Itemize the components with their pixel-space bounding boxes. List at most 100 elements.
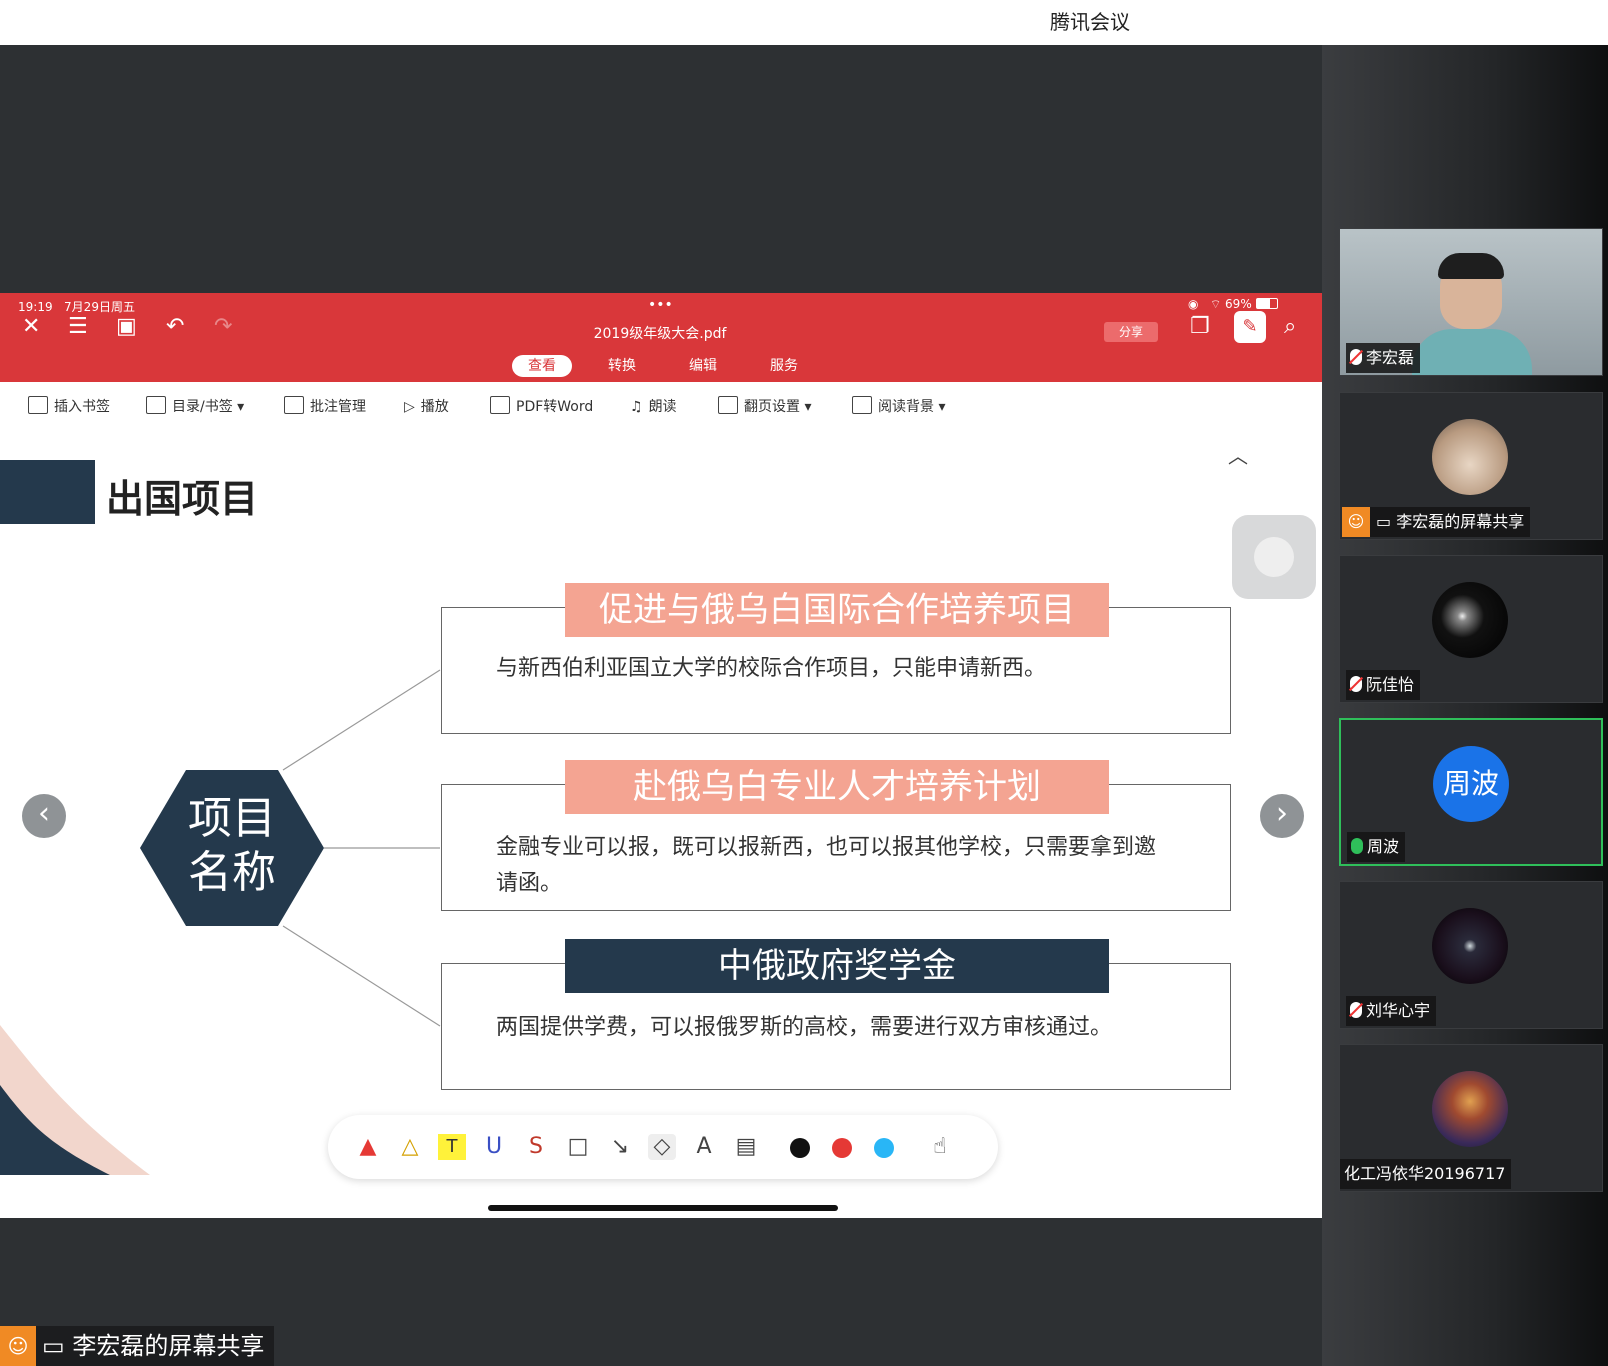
participant-tile-2[interactable]: ☺ ▭ 李宏磊的屏幕共享 <box>1339 392 1603 540</box>
tab-view[interactable]: 查看 <box>512 355 572 377</box>
redo-icon[interactable]: ↷ <box>214 315 232 339</box>
pdf-to-word-button[interactable]: PDF转Word <box>490 396 593 416</box>
headphones-icon: ♫ <box>630 399 643 415</box>
project-text-3: 两国提供学费，可以报俄罗斯的高校，需要进行双方审核通过。 <box>496 1015 1113 1040</box>
text-box-icon[interactable]: A <box>690 1134 718 1160</box>
status-battery: 69% <box>1225 297 1252 311</box>
app-title: 腾讯会议 <box>1050 10 1130 34</box>
bookmark-icon <box>28 396 48 414</box>
tab-service[interactable]: 服务 <box>754 355 814 377</box>
mic-muted-icon <box>1350 349 1362 365</box>
toc-bookmark-button[interactable]: 目录/书签 ▾ <box>146 396 244 416</box>
page-turn-settings-button[interactable]: 翻页设置 ▾ <box>718 396 811 416</box>
share-label-text: 李宏磊的屏幕共享 <box>72 1332 265 1360</box>
menu-icon[interactable]: ☰ <box>68 315 88 339</box>
assistive-touch-button[interactable] <box>1232 515 1316 599</box>
color-red-swatch[interactable] <box>832 1138 852 1158</box>
comment-icon[interactable]: ▤ <box>732 1134 760 1160</box>
search-icon[interactable]: ⌕ <box>1284 315 1296 339</box>
annotation-manage-button[interactable]: 批注管理 <box>284 396 366 416</box>
mic-muted-icon <box>1350 1002 1362 1018</box>
participant-name: 刘华心宇 <box>1346 996 1437 1026</box>
participant-tile-1[interactable]: 李宏磊 <box>1339 228 1603 376</box>
tool-label: 播放 <box>420 399 449 415</box>
tool-label: 阅读背景 <box>878 399 934 415</box>
name-text: 李宏磊的屏幕共享 <box>1396 512 1525 531</box>
project-label-2: 赴俄乌白专业人才培养计划 <box>565 760 1109 814</box>
prev-page-button[interactable]: ‹ <box>22 794 66 838</box>
share-button[interactable]: 分享 <box>1104 322 1158 342</box>
annotation-icon <box>284 396 304 414</box>
participant-tile-5[interactable]: 刘华心宇 <box>1339 881 1603 1029</box>
tool-label: 目录/书签 <box>172 399 233 415</box>
participant-name: ☺ ▭ 李宏磊的屏幕共享 <box>1342 507 1531 537</box>
status-time: 19:19 <box>18 300 53 314</box>
tab-edit[interactable]: 编辑 <box>673 355 733 377</box>
project-label-3: 中俄政府奖学金 <box>565 939 1109 993</box>
name-text: 李宏磊 <box>1366 348 1415 367</box>
person-shirt <box>1412 329 1532 375</box>
page-turn-icon <box>718 396 738 414</box>
color-black-swatch[interactable] <box>790 1138 810 1158</box>
shared-pdf-app: 19:19 7月29日周五 ••• ◉ ⌔ 69% ✕ ☰ ▣ ↶ ↷ 2019… <box>0 293 1322 1218</box>
tool-label: 插入书签 <box>54 399 110 415</box>
close-icon[interactable]: ✕ <box>22 315 40 339</box>
screen-share-icon: ▭ <box>42 1332 65 1360</box>
screen-share-label: ☺ ▭ 李宏磊的屏幕共享 <box>0 1326 275 1366</box>
status-date: 7月29日周五 <box>64 300 135 314</box>
next-page-button[interactable]: › <box>1260 794 1304 838</box>
insert-bookmark-button[interactable]: 插入书签 <box>28 396 110 416</box>
document-title: 2019级年级大会.pdf <box>593 326 727 342</box>
person-icon: ☺ <box>0 1326 36 1366</box>
undo-icon[interactable]: ↶ <box>166 315 184 339</box>
color-blue-swatch[interactable] <box>874 1138 894 1158</box>
avatar <box>1432 582 1508 658</box>
shared-screen-stage: 19:19 7月29日周五 ••• ◉ ⌔ 69% ✕ ☰ ▣ ↶ ↷ 2019… <box>0 45 1322 1366</box>
list-icon <box>146 396 166 414</box>
strikethrough-icon[interactable]: S <box>522 1134 550 1160</box>
participant-tile-3[interactable]: 阮佳怡 <box>1339 555 1603 703</box>
pdf-toolbar: 插入书签 目录/书签 ▾ 批注管理 ▷ 播放 PDF转Word ♫ 朗读 翻页设置 … <box>0 382 1322 431</box>
hand-pointer-icon[interactable]: ☝ <box>926 1134 954 1160</box>
play-icon: ▷ <box>404 399 415 415</box>
avatar <box>1432 1071 1508 1147</box>
reading-background-button[interactable]: 阅读背景 ▾ <box>852 396 945 416</box>
play-button[interactable]: ▷ 播放 <box>404 396 449 416</box>
project-label-1: 促进与俄乌白国际合作培养项目 <box>565 583 1109 637</box>
status-right: ◉ ⌔ 69% <box>1188 297 1278 312</box>
word-icon <box>490 396 510 414</box>
underline-icon[interactable]: U <box>480 1134 508 1160</box>
person-hair <box>1438 253 1504 279</box>
arrow-icon[interactable]: ↘ <box>606 1134 634 1160</box>
pen-mode-icon[interactable]: ✎ <box>1234 311 1266 343</box>
center-line-2: 名称 <box>188 847 276 898</box>
rectangle-icon[interactable]: □ <box>564 1134 592 1160</box>
screen-share-icon: ▭ <box>1376 512 1392 531</box>
mic-muted-icon <box>1350 676 1362 692</box>
home-indicator <box>488 1205 838 1211</box>
initials-avatar: 周波 <box>1433 746 1509 822</box>
name-text: 周波 <box>1367 837 1400 856</box>
center-hexagon-label: 项目 名称 <box>140 792 324 900</box>
tool-label: PDF转Word <box>516 399 594 415</box>
annotation-toolbar: ▲ △ T U S □ ↘ ◇ A ▤ ☝ <box>328 1115 998 1179</box>
eraser-icon[interactable]: ◇ <box>648 1134 676 1160</box>
highlighter-icon[interactable]: △ <box>396 1134 424 1160</box>
pages-icon[interactable]: ❐ <box>1190 315 1210 339</box>
tab-convert[interactable]: 转换 <box>592 355 652 377</box>
project-text-1: 与新西伯利亚国立大学的校际合作项目，只能申请新西。 <box>496 656 1047 681</box>
read-aloud-button[interactable]: ♫ 朗读 <box>630 396 677 416</box>
participant-tile-6[interactable]: 化工冯依华20196717 <box>1339 1044 1603 1192</box>
participant-name: 化工冯依华20196717 <box>1340 1159 1512 1189</box>
person-icon: ☺ <box>1342 507 1370 537</box>
battery-icon <box>1255 298 1278 309</box>
save-icon[interactable]: ▣ <box>116 315 137 339</box>
participant-tile-4[interactable]: 周波 周波 <box>1339 718 1603 866</box>
highlighter-red-icon[interactable]: ▲ <box>354 1134 382 1160</box>
multitask-dots-icon[interactable]: ••• <box>648 297 673 313</box>
participant-name: 李宏磊 <box>1346 343 1421 373</box>
text-highlight-icon[interactable]: T <box>438 1134 466 1160</box>
record-icon: ◉ <box>1188 297 1199 311</box>
window-titlebar: 腾讯会议 <box>0 0 1608 46</box>
avatar <box>1432 419 1508 495</box>
